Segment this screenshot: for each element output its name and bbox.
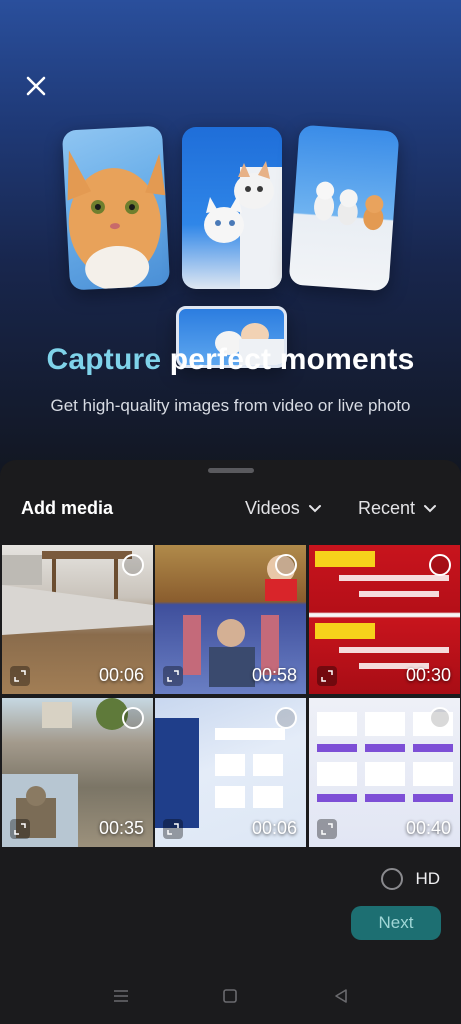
preview-image-kittens-wall — [182, 127, 282, 289]
sort-label: Recent — [358, 498, 416, 518]
preview-image-cat-portrait — [61, 125, 171, 291]
sheet-drag-handle[interactable] — [208, 468, 254, 473]
close-button[interactable] — [20, 70, 52, 102]
system-nav-bar — [0, 968, 461, 1024]
back-button[interactable] — [329, 986, 353, 1006]
video-duration: 00:58 — [251, 665, 297, 685]
select-circle[interactable] — [429, 554, 451, 576]
sort-dropdown[interactable]: Recent — [358, 498, 437, 519]
media-tile[interactable]: 00:35 — [2, 698, 153, 847]
headline-rest: perfect moments — [161, 343, 415, 376]
expand-icon[interactable] — [10, 666, 30, 686]
back-triangle-icon — [335, 989, 347, 1003]
media-picker-header: Add media Videos Recent — [0, 496, 461, 522]
chevron-down-icon — [424, 504, 437, 512]
select-circle[interactable] — [275, 707, 297, 729]
media-tile[interactable]: 00:06 — [155, 698, 306, 847]
select-circle[interactable] — [122, 707, 144, 729]
media-tile[interactable]: 00:58 — [155, 545, 306, 694]
expand-icon[interactable] — [10, 819, 30, 839]
close-icon — [26, 76, 46, 96]
media-tile[interactable]: 00:30 — [309, 545, 460, 694]
home-button[interactable] — [218, 986, 242, 1006]
video-duration: 00:40 — [405, 818, 451, 838]
hd-label: HD — [415, 869, 440, 888]
chevron-down-icon — [308, 504, 321, 512]
video-duration: 00:06 — [251, 818, 297, 838]
expand-icon[interactable] — [163, 819, 183, 839]
media-tile[interactable]: 00:06 — [2, 545, 153, 694]
media-type-dropdown[interactable]: Videos — [245, 498, 322, 519]
select-circle[interactable] — [429, 707, 451, 729]
promo-headline: Capture perfect moments — [0, 343, 461, 377]
media-type-label: Videos — [245, 498, 300, 518]
home-square-icon — [223, 989, 237, 1003]
media-picker-sheet: Add media Videos Recent 00:06 00:58 00:3… — [0, 460, 461, 1024]
next-button[interactable]: Next — [351, 906, 441, 940]
video-duration: 00:35 — [98, 818, 144, 838]
select-circle[interactable] — [275, 554, 297, 576]
media-tile[interactable]: 00:40 — [309, 698, 460, 847]
hd-toggle[interactable]: HD — [381, 868, 440, 890]
menu-icon — [114, 990, 128, 1002]
expand-icon[interactable] — [163, 666, 183, 686]
video-duration: 00:06 — [98, 665, 144, 685]
expand-icon[interactable] — [317, 819, 337, 839]
video-duration: 00:30 — [405, 665, 451, 685]
headline-accent: Capture — [46, 343, 162, 376]
recent-apps-button[interactable] — [109, 986, 133, 1006]
expand-icon[interactable] — [317, 666, 337, 686]
hero-banner: Capture perfect moments Get high-quality… — [0, 0, 461, 480]
preview-image-kittens-ledge — [288, 124, 400, 292]
promo-subhead: Get high-quality images from video or li… — [50, 396, 411, 415]
hd-radio[interactable] — [381, 868, 404, 890]
select-circle[interactable] — [122, 554, 144, 576]
add-media-title: Add media — [21, 498, 114, 518]
